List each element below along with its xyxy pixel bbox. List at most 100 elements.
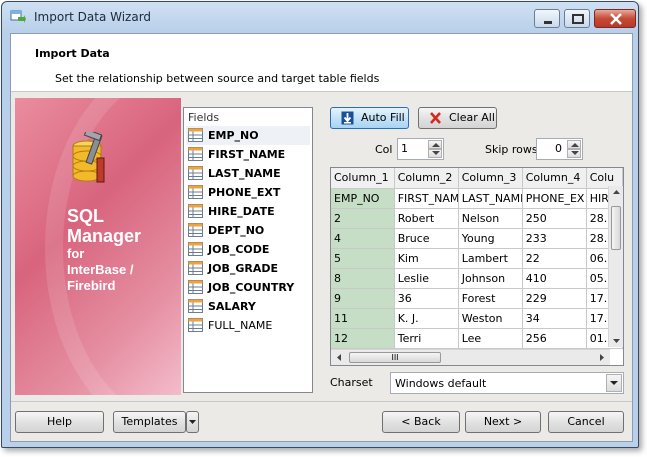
- grid-cell[interactable]: Young: [458, 228, 523, 249]
- field-item[interactable]: JOB_COUNTRY: [186, 278, 310, 297]
- table-field-icon: [188, 147, 203, 161]
- grid-cell[interactable]: PHONE_EX: [522, 188, 587, 209]
- grid-cell[interactable]: Lambert: [458, 248, 523, 269]
- grid-cell[interactable]: 22: [522, 248, 587, 269]
- grid-cell[interactable]: Nelson: [458, 208, 523, 229]
- table-row[interactable]: 9 36 Forest 229 17.0: [331, 288, 623, 309]
- table-row[interactable]: 5 Kim Lambert 22 06.0: [331, 248, 623, 269]
- grid-cell[interactable]: Robert: [394, 208, 459, 229]
- field-name: FIRST_NAME: [208, 148, 286, 161]
- col-spinner[interactable]: 1: [397, 138, 444, 160]
- charset-dropdown-button[interactable]: [606, 374, 622, 392]
- col-spin-down[interactable]: [428, 149, 442, 158]
- table-row[interactable]: EMP_NO FIRST_NAM LAST_NAMI PHONE_EX HIR: [331, 188, 623, 209]
- grid-cell[interactable]: 410: [522, 268, 587, 289]
- table-row[interactable]: 8 Leslie Johnson 410 05.0: [331, 268, 623, 289]
- grid-cell[interactable]: 229: [522, 288, 587, 309]
- grid-cell[interactable]: 36: [394, 288, 459, 309]
- table-field-icon: [188, 223, 203, 237]
- field-item[interactable]: EMP_NO: [186, 126, 310, 145]
- grid-cell[interactable]: 11: [331, 308, 395, 329]
- field-item[interactable]: FIRST_NAME: [186, 145, 310, 164]
- grid-column-header[interactable]: Column_1: [331, 168, 395, 189]
- field-item[interactable]: PHONE_EXT: [186, 183, 310, 202]
- scroll-up-icon[interactable]: [609, 186, 624, 198]
- grid-cell[interactable]: 34: [522, 308, 587, 329]
- skip-spin-down[interactable]: [567, 149, 581, 158]
- grid-cell[interactable]: 233: [522, 228, 587, 249]
- cancel-button[interactable]: Cancel: [548, 411, 624, 433]
- minimize-button[interactable]: [534, 9, 560, 28]
- grid-column-header[interactable]: Column_3: [458, 168, 523, 189]
- skip-rows-value: 0: [555, 142, 562, 155]
- grid-cell[interactable]: 5: [331, 248, 395, 269]
- col-label: Col: [375, 143, 393, 156]
- col-spin-up[interactable]: [428, 140, 442, 149]
- grid-cell[interactable]: K. J.: [394, 308, 459, 329]
- close-button[interactable]: [594, 9, 636, 28]
- grid-cell[interactable]: 256: [522, 328, 587, 349]
- field-item[interactable]: JOB_CODE: [186, 240, 310, 259]
- grid-column-header[interactable]: Column_4: [522, 168, 587, 189]
- templates-button[interactable]: Templates: [113, 411, 186, 433]
- next-button[interactable]: Next >: [465, 411, 541, 433]
- field-name: SALARY: [208, 300, 256, 313]
- field-name: EMP_NO: [208, 129, 259, 142]
- close-icon: [610, 13, 622, 25]
- clear-all-label: Clear All: [449, 111, 495, 124]
- vertical-scrollbar[interactable]: [608, 186, 623, 347]
- fields-list-panel[interactable]: Fields EMP_NO FIRST_NAME LAST_NAME PHONE_EX…: [183, 107, 313, 393]
- grid-cell[interactable]: Kim: [394, 248, 459, 269]
- database-tools-logo-icon: [72, 132, 105, 183]
- auto-fill-button[interactable]: Auto Fill: [330, 107, 409, 129]
- source-data-grid[interactable]: Column_1 Column_2 Column_3 Column_4 Colu EMP_…: [330, 167, 624, 366]
- horizontal-scroll-thumb[interactable]: III: [349, 352, 441, 363]
- scroll-left-icon[interactable]: [332, 350, 346, 365]
- grid-cell[interactable]: 2: [331, 208, 395, 229]
- grid-cell[interactable]: FIRST_NAM: [394, 188, 459, 209]
- back-button[interactable]: < Back: [382, 411, 460, 433]
- help-button[interactable]: Help: [15, 411, 104, 433]
- vertical-scroll-thumb[interactable]: [611, 206, 621, 250]
- grid-cell[interactable]: Weston: [458, 308, 523, 329]
- grid-cell[interactable]: EMP_NO: [331, 188, 395, 209]
- grid-cell[interactable]: 9: [331, 288, 395, 309]
- table-row[interactable]: 12 Terri Lee 256 01.0: [331, 328, 623, 349]
- horizontal-scrollbar[interactable]: III: [331, 349, 610, 365]
- chevron-down-icon: [189, 420, 196, 424]
- clear-all-button[interactable]: Clear All: [418, 107, 497, 129]
- grid-cell[interactable]: Johnson: [458, 268, 523, 289]
- charset-dropdown[interactable]: Windows default: [390, 372, 624, 394]
- field-item[interactable]: DEPT_NO: [186, 221, 310, 240]
- title-bar[interactable]: Import Data Wizard: [2, 2, 638, 30]
- grid-cell[interactable]: 250: [522, 208, 587, 229]
- skip-spin-up[interactable]: [567, 140, 581, 149]
- grid-cell[interactable]: 8: [331, 268, 395, 289]
- field-item[interactable]: SALARY: [186, 297, 310, 316]
- table-row[interactable]: 2 Robert Nelson 250 28.1: [331, 208, 623, 229]
- page-title: Import Data: [35, 47, 110, 60]
- table-row[interactable]: 4 Bruce Young 233 28.1: [331, 228, 623, 249]
- field-item[interactable]: HIRE_DATE: [186, 202, 310, 221]
- skip-rows-spinner[interactable]: 0: [536, 138, 583, 160]
- grid-column-header[interactable]: Column_2: [394, 168, 459, 189]
- field-item[interactable]: LAST_NAME: [186, 164, 310, 183]
- templates-dropdown-button[interactable]: [186, 411, 199, 433]
- grid-header-row: Column_1 Column_2 Column_3 Column_4 Colu: [331, 168, 623, 189]
- grid-cell[interactable]: Forest: [458, 288, 523, 309]
- grid-column-header[interactable]: Colu: [586, 168, 623, 189]
- field-item[interactable]: FULL_NAME: [186, 316, 310, 335]
- field-item[interactable]: JOB_GRADE: [186, 259, 310, 278]
- scroll-down-icon[interactable]: [609, 335, 624, 347]
- grid-cell[interactable]: Bruce: [394, 228, 459, 249]
- grid-cell[interactable]: Leslie: [394, 268, 459, 289]
- grid-cell[interactable]: Terri: [394, 328, 459, 349]
- grid-cell[interactable]: Lee: [458, 328, 523, 349]
- grid-cell[interactable]: 12: [331, 328, 395, 349]
- grid-cell[interactable]: 4: [331, 228, 395, 249]
- maximize-button[interactable]: [564, 9, 590, 28]
- banner-line-3: for: [67, 246, 85, 261]
- table-row[interactable]: 11 K. J. Weston 34 17.0: [331, 308, 623, 329]
- grid-cell[interactable]: LAST_NAMI: [458, 188, 523, 209]
- scroll-right-icon[interactable]: [595, 350, 609, 365]
